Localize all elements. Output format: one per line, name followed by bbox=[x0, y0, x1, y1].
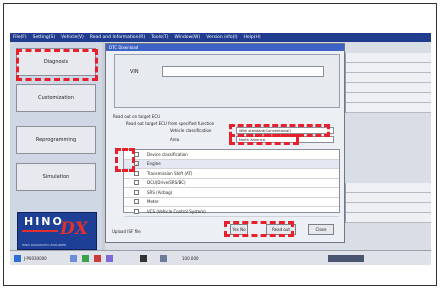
taskbar-text: 100.000 bbox=[182, 256, 199, 261]
ecu-label: Device classification bbox=[147, 151, 188, 157]
upload-isf-label: Upload ISF file bbox=[112, 229, 141, 234]
grid-row bbox=[346, 93, 431, 103]
app-icon[interactable] bbox=[70, 255, 77, 262]
app-icon[interactable] bbox=[160, 255, 167, 262]
highlight-area bbox=[229, 134, 299, 145]
close-button[interactable]: Close bbox=[308, 224, 334, 235]
read-target-subtitle: Read out target ECU from specified funct… bbox=[126, 121, 215, 126]
sidebar-button-simulation[interactable]: Simulation bbox=[16, 163, 96, 191]
logo-word: HINO bbox=[24, 215, 64, 228]
ecu-list-item[interactable]: VCS (Vehicle Control System) bbox=[124, 207, 339, 217]
taskbar-status: J-P0030000 bbox=[24, 256, 47, 261]
grid-row bbox=[346, 63, 431, 73]
app-icon[interactable] bbox=[106, 255, 113, 262]
logo-mark: DX bbox=[60, 219, 88, 239]
app-icon[interactable] bbox=[140, 255, 147, 262]
grid-row bbox=[346, 73, 431, 83]
start-icon[interactable] bbox=[14, 255, 21, 262]
menu-file[interactable]: File(F) bbox=[13, 35, 27, 40]
ecu-list-item[interactable]: DCU(Drive/SRS/BC) bbox=[124, 179, 339, 188]
menu-help[interactable]: Help(H) bbox=[243, 35, 260, 40]
menu-window[interactable]: Window(W) bbox=[175, 35, 201, 40]
vin-input[interactable] bbox=[162, 66, 324, 77]
data-grid-top bbox=[345, 53, 431, 113]
grid-row bbox=[346, 83, 431, 93]
ecu-list-item[interactable]: ✓ Engine bbox=[124, 159, 339, 169]
vehicle-classification-label: Vehicle classification bbox=[170, 128, 212, 133]
grid-row bbox=[346, 193, 431, 203]
highlight-diagnosis bbox=[16, 49, 98, 81]
simulation-label: Simulation bbox=[42, 174, 70, 180]
data-grid-bottom bbox=[345, 183, 431, 223]
ecu-checkbox[interactable] bbox=[134, 180, 139, 186]
vin-group bbox=[114, 54, 340, 108]
taskbar: J-P0030000 100.000 bbox=[10, 250, 431, 265]
reprogramming-label: Reprogramming bbox=[35, 137, 77, 143]
application-screen: File(F) Setting(S) Vehicle(V) Read and I… bbox=[10, 33, 431, 265]
menu-read-info[interactable]: Read and Information(R) bbox=[90, 35, 145, 40]
ecu-checkbox[interactable] bbox=[134, 189, 139, 195]
app-icon[interactable] bbox=[94, 255, 101, 262]
grid-row bbox=[346, 203, 431, 213]
logo-tagline: HINO DIAGNOSTIC EXPLORER bbox=[22, 243, 67, 247]
ecu-checkbox[interactable] bbox=[134, 208, 139, 214]
ecu-label: VCS (Vehicle Control System) bbox=[147, 208, 206, 214]
grid-row bbox=[346, 213, 431, 223]
ecu-label: Transmission Shift (AT) bbox=[147, 170, 193, 176]
ecu-label: DCU(Drive/SRS/BC) bbox=[147, 180, 186, 186]
highlight-engine-checkbox bbox=[115, 148, 135, 172]
menu-version[interactable]: Version info(I) bbox=[206, 35, 237, 40]
ecu-list-item[interactable]: Transmission Shift (AT) bbox=[124, 169, 339, 179]
read-target-title: Read out on target ECU bbox=[113, 114, 161, 119]
ecu-label: Meter bbox=[147, 199, 159, 205]
menu-bar: File(F) Setting(S) Vehicle(V) Read and I… bbox=[10, 33, 431, 42]
dialog-title: DTC Download bbox=[106, 44, 344, 51]
menu-setting[interactable]: Setting(S) bbox=[33, 35, 55, 40]
menu-tools[interactable]: Tools(T) bbox=[151, 35, 168, 40]
highlight-read-out bbox=[224, 221, 294, 237]
grid-row bbox=[346, 103, 431, 113]
logo-stripe bbox=[22, 230, 58, 232]
ecu-label: SRS (Airbag) bbox=[147, 189, 173, 195]
grid-row bbox=[346, 53, 431, 63]
ecu-label: Engine bbox=[147, 161, 161, 167]
ecu-checkbox[interactable] bbox=[134, 199, 139, 205]
sidebar-button-reprogramming[interactable]: Reprogramming bbox=[16, 126, 96, 154]
dtc-dialog: DTC Download VIN Read out on target ECU … bbox=[105, 43, 345, 243]
vin-label: VIN bbox=[130, 69, 139, 75]
area-label: Area bbox=[170, 137, 180, 142]
sidebar-button-customization[interactable]: Customization bbox=[16, 84, 96, 112]
tray-icon[interactable] bbox=[328, 255, 364, 262]
grid-row bbox=[346, 183, 431, 193]
ecu-list-item[interactable]: Device classification bbox=[124, 150, 339, 160]
menu-vehicle[interactable]: Vehicle(V) bbox=[61, 35, 84, 40]
ecu-list: Device classification ✓ Engine Transmission… bbox=[123, 149, 340, 217]
hino-dx-logo: HINO DX HINO DIAGNOSTIC EXPLORER bbox=[17, 212, 97, 250]
ecu-list-item[interactable]: Meter bbox=[124, 198, 339, 207]
customization-label: Customization bbox=[38, 95, 74, 101]
ecu-list-item[interactable]: SRS (Airbag) bbox=[124, 188, 339, 198]
app-icon[interactable] bbox=[82, 255, 89, 262]
